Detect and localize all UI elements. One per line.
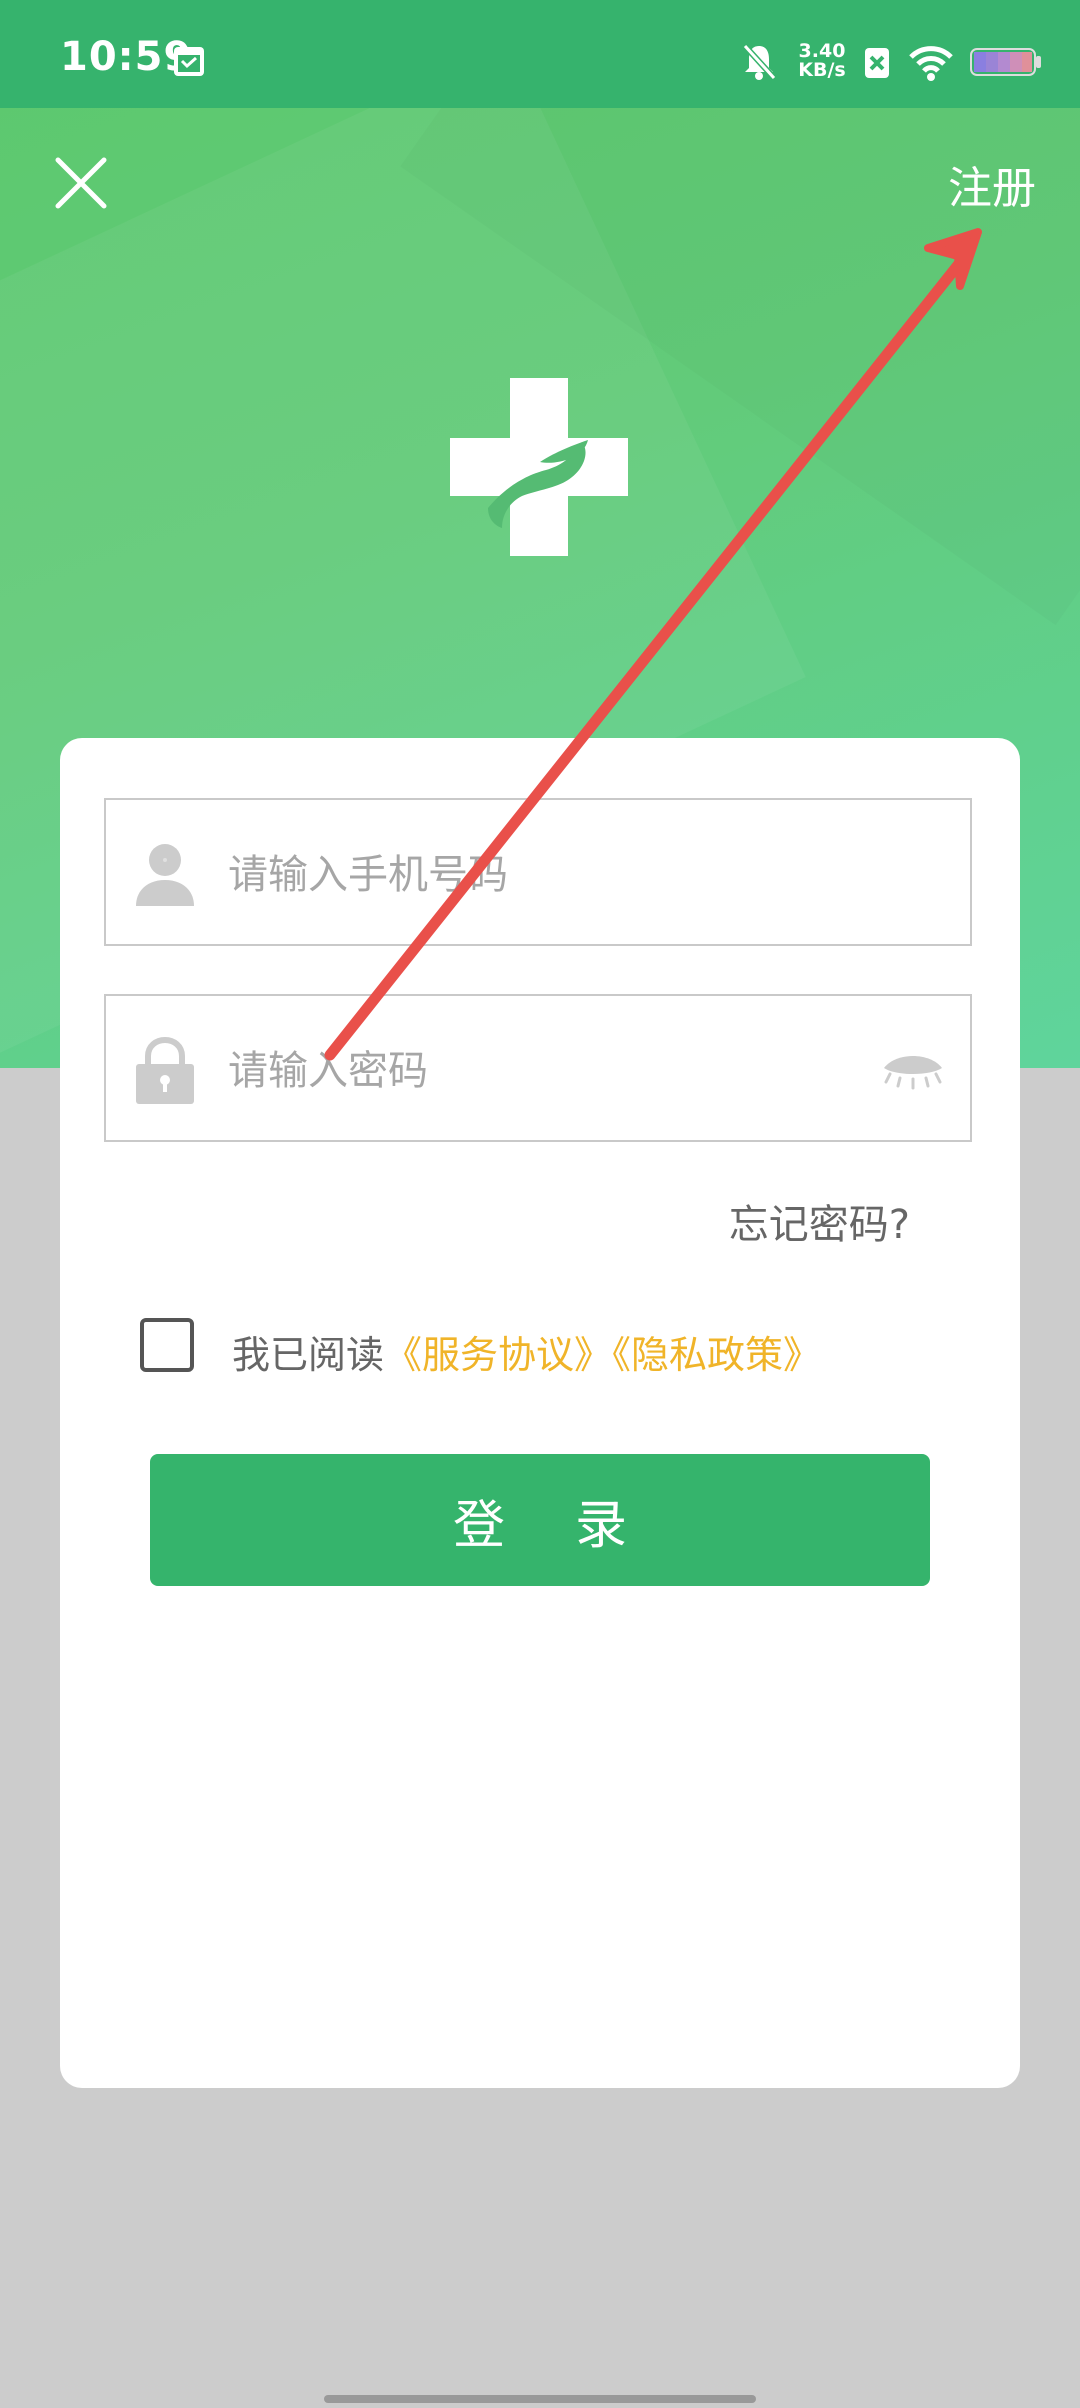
agreement-checkbox[interactable] <box>140 1318 194 1372</box>
password-input[interactable] <box>226 1034 830 1108</box>
wifi-icon <box>909 46 953 81</box>
login-button[interactable]: 登录 <box>150 1454 930 1586</box>
login-card: 忘记密码? 我已阅读《服务协议》《隐私政策》 登录 <box>60 738 1020 2088</box>
privacy-policy-link[interactable]: 《隐私政策》 <box>612 1333 821 1377</box>
close-icon[interactable] <box>54 156 108 210</box>
phone-input[interactable] <box>226 838 830 912</box>
agreement-text: 我已阅读《服务协议》《隐私政策》 <box>232 1324 821 1379</box>
network-speed: 3.40 KB/s <box>792 42 852 80</box>
calendar-icon <box>174 47 204 76</box>
home-indicator <box>324 2395 756 2403</box>
eye-hidden-icon[interactable] <box>882 1048 944 1092</box>
service-agreement-link[interactable]: 《服务协议》 <box>384 1333 612 1377</box>
status-bar: 10:59 3.40 KB/s <box>0 0 1080 108</box>
medical-cross-hand-logo <box>450 378 628 556</box>
register-link[interactable]: 注册 <box>948 152 1036 216</box>
phone-field <box>104 798 972 946</box>
battery-icon <box>970 48 1041 76</box>
user-icon <box>136 844 194 906</box>
network-speed-unit: KB/s <box>798 59 846 81</box>
forgot-password-link[interactable]: 忘记密码? <box>729 1192 910 1250</box>
mute-bell-icon <box>742 43 777 81</box>
lock-icon <box>136 1036 194 1104</box>
sim-x-icon <box>865 48 889 78</box>
agreement-prefix: 我已阅读 <box>232 1333 385 1377</box>
password-field <box>104 994 972 1142</box>
